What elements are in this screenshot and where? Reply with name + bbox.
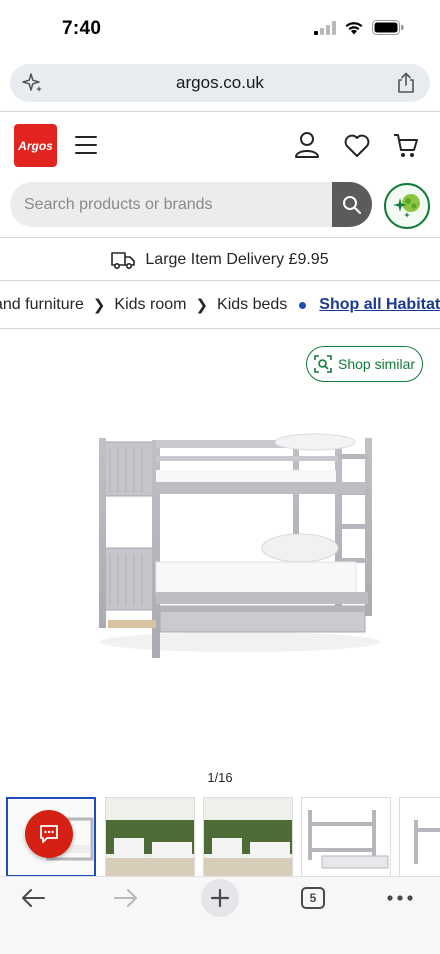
chat-icon xyxy=(40,825,58,843)
search-icon xyxy=(343,195,361,214)
basket-icon[interactable] xyxy=(393,132,419,160)
divider xyxy=(0,280,440,281)
forward-arrow-icon[interactable] xyxy=(113,887,139,909)
divider xyxy=(0,328,440,329)
breadcrumb-item[interactable]: and furniture xyxy=(0,296,84,314)
delivery-truck-icon xyxy=(111,252,136,270)
ai-assistant-button[interactable] xyxy=(384,183,430,229)
ai-sparkle-icon xyxy=(393,194,420,218)
product-image[interactable] xyxy=(90,420,390,670)
thumbnail-item[interactable] xyxy=(399,797,440,877)
tabs-icon[interactable]: 5 xyxy=(301,887,325,909)
new-tab-button[interactable] xyxy=(201,879,239,917)
search-button[interactable] xyxy=(332,182,372,227)
chevron-right-icon: ❯ xyxy=(195,297,209,314)
chevron-right-icon: ❯ xyxy=(92,297,106,314)
chat-button[interactable] xyxy=(25,810,73,858)
divider xyxy=(0,111,440,112)
url-text[interactable]: argos.co.uk xyxy=(10,73,430,93)
breadcrumb-item[interactable]: Kids beds xyxy=(217,296,287,314)
account-icon[interactable] xyxy=(294,131,320,159)
menu-icon[interactable] xyxy=(75,136,97,154)
back-arrow-icon[interactable] xyxy=(20,887,46,909)
search-placeholder[interactable]: Search products or brands xyxy=(24,196,213,214)
divider xyxy=(0,237,440,238)
argos-logo[interactable]: Argos xyxy=(14,124,57,167)
heart-icon[interactable] xyxy=(344,134,370,158)
breadcrumb-item[interactable]: Kids room xyxy=(114,296,186,314)
more-icon[interactable] xyxy=(387,895,413,901)
thumbnail-item[interactable] xyxy=(203,797,293,877)
delivery-text: Large Item Delivery £9.95 xyxy=(145,251,329,268)
battery-icon xyxy=(372,20,404,35)
image-counter: 1/16 xyxy=(207,770,233,785)
url-bar[interactable]: argos.co.uk xyxy=(10,64,430,102)
search-input[interactable]: Search products or brands xyxy=(10,182,372,227)
status-time: 7:40 xyxy=(62,18,102,39)
delivery-banner[interactable]: Large Item Delivery £9.95 xyxy=(0,246,440,274)
plus-icon xyxy=(210,888,230,908)
breadcrumb: and furniture ❯ Kids room ❯ Kids beds Sh… xyxy=(0,296,440,318)
thumbnail-item[interactable] xyxy=(301,797,391,877)
wifi-icon xyxy=(345,22,363,35)
share-icon[interactable] xyxy=(396,72,416,94)
shop-similar-button[interactable]: Shop similar xyxy=(306,346,423,382)
visual-search-icon xyxy=(314,355,332,373)
browser-toolbar: 5 xyxy=(0,876,440,954)
bullet-dot xyxy=(299,301,307,309)
status-bar: 7:40 xyxy=(0,0,440,58)
status-icons xyxy=(314,20,404,35)
signal-icon xyxy=(314,20,336,35)
thumbnail-item[interactable] xyxy=(105,797,195,877)
shop-all-habitat-link[interactable]: Shop all Habitat xyxy=(319,296,440,314)
shop-similar-label[interactable]: Shop similar xyxy=(338,356,415,372)
